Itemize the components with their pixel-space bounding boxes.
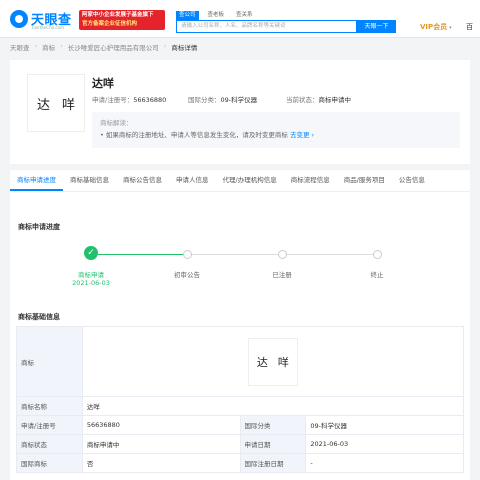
trademark-char: 达 [256, 355, 268, 369]
search-tab-relation[interactable]: 查关系 [233, 11, 256, 20]
table-value: 2021-06-03 [305, 434, 464, 454]
search-tab-company[interactable]: 查公司 [176, 11, 199, 20]
step-label: 商标申请 [78, 271, 104, 279]
trademark-char: 达 [36, 97, 50, 113]
promo-line-1: 阿家中小企业发展子基金旗下 [82, 12, 154, 18]
class-value: 09-科学仪器 [220, 96, 258, 104]
table-value: 56636880 [81, 415, 241, 435]
step-dot [278, 250, 287, 259]
vip-menu[interactable]: VIP会员 ▾ [420, 22, 452, 32]
breadcrumb-trademark[interactable]: 商标 [42, 42, 55, 54]
step-date: 2021-06-03 [72, 279, 110, 287]
tab-applicant-info[interactable]: 申请人信息 [169, 170, 216, 191]
logo-subtitle: TianYanCha.com [31, 25, 64, 30]
detail-tabs: 商标申请进度 商标基础信息 商标公告信息 申请人信息 代理/办理机构信息 商标流… [10, 170, 470, 192]
table-value: 商标申请中 [81, 434, 241, 454]
breadcrumb-home[interactable]: 天眼查 [10, 42, 30, 54]
tab-process-info[interactable]: 商标流程信息 [284, 170, 337, 191]
table-key: 申请/注册号 [16, 415, 83, 435]
change-trademark-link[interactable]: 去变更 › [290, 131, 314, 139]
breadcrumb-company[interactable]: 长沙唯爱匠心护理用品有限公司 [68, 42, 159, 54]
table-key: 商标名称 [16, 396, 83, 416]
tab-notice-info[interactable]: 公告信息 [392, 170, 432, 191]
trademark-detail-panel: 商标申请进度 商标基础信息 商标公告信息 申请人信息 代理/办理机构信息 商标流… [10, 170, 470, 480]
breadcrumb-current: 商标详情 [171, 44, 198, 52]
breadcrumb-separator: › [60, 42, 63, 50]
trademark-name: 达咩 [92, 77, 114, 90]
search-input[interactable]: 请输入公司名称、人名、品牌名称等关键词 [176, 20, 357, 33]
tab-basic-info[interactable]: 商标基础信息 [63, 170, 116, 191]
breadcrumb-separator: › [34, 42, 38, 50]
reg-number-label: 申请/注册号： [92, 96, 134, 104]
table-row: 商标名称 达咩 [16, 396, 465, 416]
class-label: 国际分类： [188, 96, 221, 104]
top-header: 天眼查 TianYanCha.com 阿家中小企业发展子基金旗下 官方备案企业征… [0, 0, 480, 38]
table-key: 国际商标 [16, 453, 83, 473]
step-label: 已注册 [272, 271, 292, 279]
tab-goods-services[interactable]: 商品/服务项目 [337, 170, 392, 191]
search-type-tabs: 查公司 查老板 查关系 [176, 11, 256, 20]
progress-line-done [98, 254, 188, 255]
tip-title: 商标解读： [100, 119, 133, 127]
breadcrumb-separator: › [163, 42, 167, 50]
chevron-down-icon: ▾ [449, 25, 452, 31]
table-key: 商标状态 [16, 434, 83, 454]
promo-line-2: 官方备案企业征信机构 [82, 21, 138, 27]
table-key: 国际分类 [239, 415, 307, 435]
table-row: 申请/注册号 56636880 国际分类 09-科学仪器 [16, 415, 464, 435]
search-button[interactable]: 天眼一下 [357, 20, 396, 33]
table-row: 商标状态 商标申请中 申请日期 2021-06-03 [16, 434, 464, 454]
table-row: 商标 达 咩 [16, 326, 465, 397]
status-meta: 当前状态：商标申请中 [286, 94, 351, 104]
table-value: 否 [81, 453, 241, 473]
step-label: 初审公告 [174, 271, 200, 279]
step-label: 终止 [370, 271, 384, 279]
table-key: 申请日期 [239, 434, 307, 454]
site-logo[interactable]: 天眼查 TianYanCha.com [10, 8, 74, 32]
vip-label: VIP会员 [420, 23, 448, 31]
basic-info-table: 商标 达 咩 商标名称 达咩 申请/注册号 56636880 国际分类 09-科… [16, 326, 465, 473]
search-tab-boss[interactable]: 查老板 [205, 11, 228, 20]
tab-application-progress[interactable]: 商标申请进度 [10, 170, 63, 191]
reg-number-meta: 申请/注册号：56636880 [92, 94, 166, 104]
step-dot [373, 250, 382, 259]
tip-line: • 如果商标的注册地址、申请人等信息发生变化，请及时变更商标 去变更 › [100, 129, 452, 141]
table-row: 国际商标 否 国际注册日期 - [16, 453, 464, 473]
reg-number-value: 56636880 [133, 96, 167, 104]
breadcrumb: 天眼查 › 商标 › 长沙唯爱匠心护理用品有限公司 › 商标详情 [10, 42, 197, 54]
status-value: 商标申请中 [318, 96, 352, 104]
tab-announcement-info[interactable]: 商标公告信息 [116, 170, 169, 191]
tip-text: • 如果商标的注册地址、申请人等信息发生变化，请及时变更商标 [100, 131, 288, 139]
step-dot [183, 250, 192, 259]
promo-banner[interactable]: 阿家中小企业发展子基金旗下 官方备案企业征信机构 [79, 10, 165, 30]
table-value: - [305, 453, 464, 473]
application-progress-steps: ✓ 商标申请 2021-06-03 初审公告 已注册 终止 [10, 246, 470, 287]
tab-agency-info[interactable]: 代理/办理机构信息 [216, 170, 284, 191]
class-meta: 国际分类：09-科学仪器 [188, 94, 257, 104]
logo-eye-icon [10, 10, 28, 28]
table-key: 商标 [16, 326, 83, 397]
table-value: 09-科学仪器 [305, 415, 464, 435]
check-icon: ✓ [84, 246, 98, 260]
trademark-tip-box: 商标解读： • 如果商标的注册地址、申请人等信息发生变化，请及时变更商标 去变更… [92, 112, 460, 148]
trademark-image-cell: 达 咩 [87, 337, 459, 386]
trademark-summary-card: 达 咩 达咩 申请/注册号：56636880 国际分类：09-科学仪器 当前状态… [10, 60, 470, 164]
basic-info-section-title: 商标基础信息 [18, 313, 60, 321]
table-value: 达 咩 [81, 326, 465, 397]
status-label: 当前状态： [286, 96, 319, 104]
trademark-image-large[interactable]: 达 咩 [247, 337, 298, 386]
table-key: 国际注册日期 [239, 453, 307, 473]
trademark-char: 咩 [62, 97, 76, 113]
trademark-char: 咩 [277, 355, 289, 369]
trademark-image[interactable]: 达 咩 [27, 74, 85, 132]
progress-section-title: 商标申请进度 [18, 223, 60, 231]
table-value: 达咩 [81, 396, 465, 416]
header-right-text[interactable]: 百 [466, 22, 473, 32]
